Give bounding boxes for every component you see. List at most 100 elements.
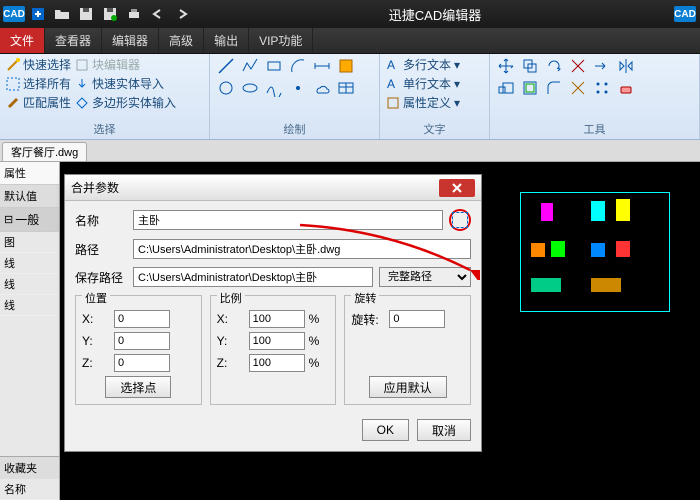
- redo-icon[interactable]: [172, 4, 192, 24]
- move-icon[interactable]: [496, 56, 516, 76]
- tab-properties[interactable]: 属性: [0, 162, 59, 185]
- polyline-icon[interactable]: [240, 56, 260, 76]
- section-general[interactable]: ⊟ 一般: [0, 208, 59, 232]
- scale-icon[interactable]: [496, 78, 516, 98]
- entity: [551, 241, 565, 257]
- ribbon-group-tools: 工具: [490, 54, 700, 139]
- cloud-icon[interactable]: [312, 78, 332, 98]
- menu-vip[interactable]: VIP功能: [249, 28, 313, 53]
- trim-icon[interactable]: [568, 56, 588, 76]
- doc-tab[interactable]: 客厅餐厅.dwg: [2, 142, 87, 161]
- dialog-titlebar[interactable]: 合并参数: [65, 175, 481, 201]
- pick-block-icon: [452, 212, 468, 228]
- app-title: 迅捷CAD编辑器: [196, 5, 674, 24]
- array-icon[interactable]: [592, 78, 612, 98]
- pos-z-input[interactable]: [114, 354, 170, 372]
- stext[interactable]: A单行文本 ▾: [386, 75, 460, 92]
- titlebar: CAD 迅捷CAD编辑器 CAD: [0, 0, 700, 28]
- pos-y-input[interactable]: [114, 332, 170, 350]
- cancel-button[interactable]: 取消: [417, 419, 471, 441]
- fillet-icon[interactable]: [544, 78, 564, 98]
- line-icon[interactable]: [216, 56, 236, 76]
- import-icon: [75, 77, 89, 91]
- open-icon[interactable]: [52, 4, 72, 24]
- ellipse-icon[interactable]: [240, 78, 260, 98]
- menu-file[interactable]: 文件: [0, 28, 45, 53]
- scale-z-input[interactable]: [249, 354, 305, 372]
- group-label-select: 选择: [6, 120, 203, 137]
- mtext-icon: A: [386, 58, 400, 72]
- apply-default-button[interactable]: 应用默认: [369, 376, 447, 398]
- prop-row: 线: [0, 274, 59, 295]
- rotate-icon[interactable]: [544, 56, 564, 76]
- attdef[interactable]: 属性定义 ▾: [386, 94, 460, 111]
- print-icon[interactable]: [124, 4, 144, 24]
- erase-icon[interactable]: [616, 78, 636, 98]
- scale-group: 比例 X:% Y:% Z:%: [210, 295, 337, 405]
- mirror-icon[interactable]: [616, 56, 636, 76]
- ok-button[interactable]: OK: [362, 419, 409, 441]
- entity: [531, 243, 545, 257]
- spline-icon[interactable]: [264, 78, 284, 98]
- rotation-input[interactable]: [389, 310, 445, 328]
- rect-icon[interactable]: [264, 56, 284, 76]
- cad-badge-icon: CAD: [674, 6, 696, 22]
- save-icon[interactable]: [76, 4, 96, 24]
- extend-icon[interactable]: [592, 56, 612, 76]
- path-input[interactable]: [133, 239, 471, 259]
- select-all[interactable]: 选择所有: [6, 75, 71, 92]
- circle-icon[interactable]: [216, 78, 236, 98]
- prop-row: 线: [0, 253, 59, 274]
- entity: [591, 243, 605, 257]
- menu-advanced[interactable]: 高级: [159, 28, 204, 53]
- menu-output[interactable]: 输出: [204, 28, 249, 53]
- brush-icon: [6, 96, 20, 110]
- match-prop[interactable]: 匹配属性: [6, 94, 71, 111]
- group-label-draw: 绘制: [216, 120, 373, 137]
- close-button[interactable]: [439, 179, 475, 197]
- offset-icon[interactable]: [520, 78, 540, 98]
- dim-icon[interactable]: [312, 56, 332, 76]
- name-input[interactable]: [133, 210, 443, 230]
- section-favorites[interactable]: 收藏夹: [0, 456, 59, 479]
- scale-y-input[interactable]: [249, 332, 305, 350]
- entity: [616, 241, 630, 257]
- close-icon: [451, 183, 463, 193]
- block-editor[interactable]: 块编辑器: [75, 56, 140, 73]
- scale-x-input[interactable]: [249, 310, 305, 328]
- rotation-title: 旋转: [351, 290, 379, 306]
- prop-row: 图: [0, 232, 59, 253]
- new-icon[interactable]: [28, 4, 48, 24]
- mtext[interactable]: A多行文本 ▾: [386, 56, 460, 73]
- tab-default[interactable]: 默认值: [0, 185, 59, 208]
- copy-icon[interactable]: [520, 56, 540, 76]
- entity: [591, 201, 605, 221]
- arc-icon[interactable]: [288, 56, 308, 76]
- merge-params-dialog: 合并参数 名称 路径 保存路径 完整路径 位置 X: Y: Z:: [64, 174, 482, 452]
- pick-block-button[interactable]: [449, 209, 471, 231]
- savepath-input[interactable]: [133, 267, 373, 287]
- pick-point-button[interactable]: 选择点: [105, 376, 171, 398]
- menu-editor[interactable]: 编辑器: [102, 28, 159, 53]
- name-label: 名称: [75, 212, 127, 229]
- selectall-icon: [6, 77, 20, 91]
- path-mode-select[interactable]: 完整路径: [379, 267, 471, 287]
- menu-viewer[interactable]: 查看器: [45, 28, 102, 53]
- position-group: 位置 X: Y: Z: 选择点: [75, 295, 202, 405]
- ribbon-group-text: A多行文本 ▾ A单行文本 ▾ 属性定义 ▾ 文字: [380, 54, 490, 139]
- ribbon-group-select: 快速选择 块编辑器 选择所有 快速实体导入 匹配属性 多边形实体输入 选择: [0, 54, 210, 139]
- ribbon: 快速选择 块编辑器 选择所有 快速实体导入 匹配属性 多边形实体输入 选择: [0, 54, 700, 140]
- explode-icon[interactable]: [568, 78, 588, 98]
- table-icon[interactable]: [336, 78, 356, 98]
- quick-import[interactable]: 快速实体导入: [75, 75, 164, 92]
- quick-select[interactable]: 快速选择: [6, 56, 71, 73]
- paper-viewport: [520, 192, 670, 312]
- polygon-icon: [75, 96, 89, 110]
- point-icon[interactable]: [288, 78, 308, 98]
- ribbon-group-draw: 绘制: [210, 54, 380, 139]
- undo-icon[interactable]: [148, 4, 168, 24]
- saveas-icon[interactable]: [100, 4, 120, 24]
- hatch-icon[interactable]: [336, 56, 356, 76]
- poly-import[interactable]: 多边形实体输入: [75, 94, 176, 111]
- pos-x-input[interactable]: [114, 310, 170, 328]
